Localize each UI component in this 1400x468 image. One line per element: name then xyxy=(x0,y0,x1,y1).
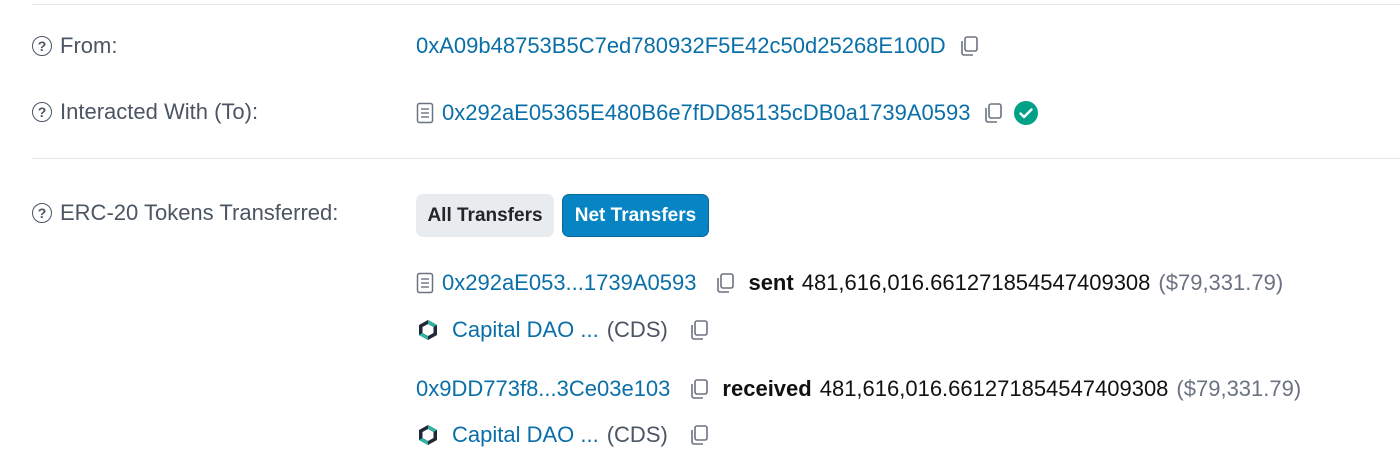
from-label-row: ? From: xyxy=(32,33,117,59)
copy-icon[interactable] xyxy=(714,272,736,294)
verified-check-icon xyxy=(1014,101,1039,125)
contract-document-icon xyxy=(416,102,434,124)
to-label: Interacted With (To): xyxy=(60,99,259,124)
net-transfers-button[interactable]: Net Transfers xyxy=(562,194,709,237)
help-icon[interactable]: ? xyxy=(32,36,52,56)
to-label-row: ? Interacted With (To): xyxy=(32,99,258,125)
transfer-to-address-link[interactable]: 0x9DD773f8...3Ce03e103 xyxy=(416,376,670,402)
token-name-link[interactable]: Capital DAO ... xyxy=(452,317,599,343)
token-row: Capital DAO ... (CDS) xyxy=(416,422,722,448)
capital-dao-token-icon xyxy=(419,425,437,445)
contract-document-icon xyxy=(416,272,434,294)
copy-icon[interactable] xyxy=(688,378,710,400)
token-symbol: (CDS) xyxy=(606,317,668,342)
transfer-from-address-link[interactable]: 0x292aE053...1739A0593 xyxy=(442,270,696,296)
transfer-row: 0x292aE053...1739A0593 sent 481,616,016.… xyxy=(416,270,1283,296)
help-icon[interactable]: ? xyxy=(32,102,52,122)
top-divider xyxy=(32,4,1400,5)
capital-dao-token-icon xyxy=(419,320,437,340)
section-divider xyxy=(32,158,1400,159)
transfer-usd-value: ($79,331.79) xyxy=(1158,270,1284,295)
help-icon[interactable]: ? xyxy=(32,203,52,223)
copy-icon[interactable] xyxy=(982,102,1004,124)
copy-icon[interactable] xyxy=(958,35,980,57)
erc20-label: ERC-20 Tokens Transferred: xyxy=(60,200,339,225)
transfer-amount: 481,616,016.661271854547409308 xyxy=(819,376,1169,401)
token-symbol: (CDS) xyxy=(606,422,668,447)
to-value: 0x292aE05365E480B6e7fDD85135cDB0a1739A05… xyxy=(416,100,1039,126)
transfer-action: sent xyxy=(748,270,794,295)
transfer-amount: 481,616,016.661271854547409308 xyxy=(801,270,1151,295)
from-label: From: xyxy=(60,33,118,58)
transfer-usd-value: ($79,331.79) xyxy=(1176,376,1302,401)
copy-icon[interactable] xyxy=(688,319,710,341)
erc20-label-row: ? ERC-20 Tokens Transferred: xyxy=(32,200,338,226)
transfer-action: received xyxy=(722,376,812,401)
token-name-link[interactable]: Capital DAO ... xyxy=(452,422,599,448)
all-transfers-button[interactable]: All Transfers xyxy=(416,194,554,237)
from-value: 0xA09b48753B5C7ed780932F5E42c50d25268E10… xyxy=(416,33,992,59)
transfer-row: 0x9DD773f8...3Ce03e103 received 481,616,… xyxy=(416,376,1301,402)
token-row: Capital DAO ... (CDS) xyxy=(416,317,722,343)
from-address-link[interactable]: 0xA09b48753B5C7ed780932F5E42c50d25268E10… xyxy=(416,33,946,59)
copy-icon[interactable] xyxy=(688,424,710,446)
to-address-link[interactable]: 0x292aE05365E480B6e7fDD85135cDB0a1739A05… xyxy=(442,100,970,126)
